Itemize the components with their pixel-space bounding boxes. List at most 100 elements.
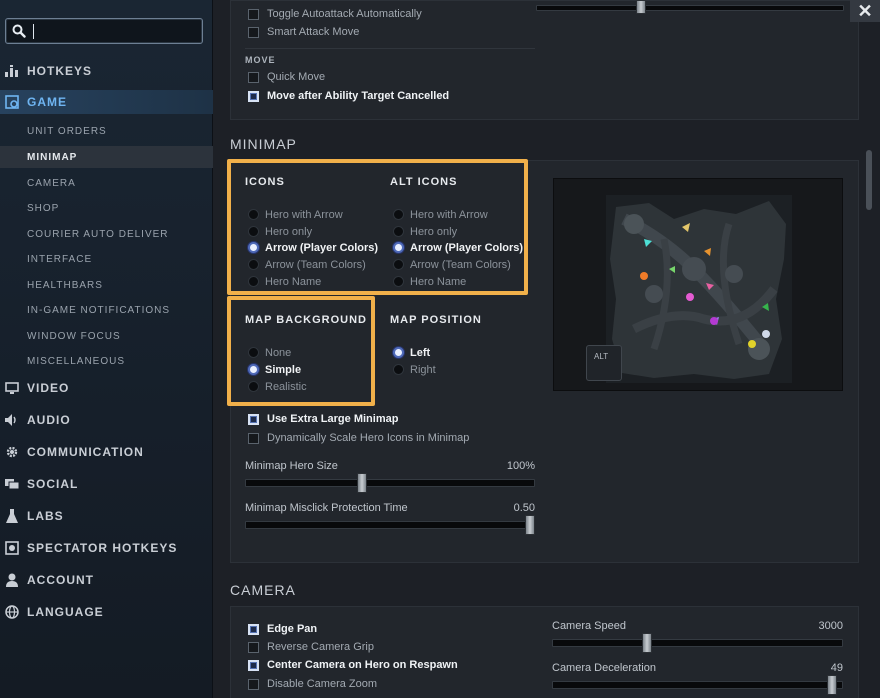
- camera-deceleration-slider-track[interactable]: [552, 681, 843, 689]
- quick-move-checkbox[interactable]: Quick Move: [248, 69, 325, 85]
- camera-icon: [5, 541, 19, 555]
- sidebar-item-language[interactable]: LANGUAGE: [0, 600, 213, 624]
- move-after-ability-checkbox[interactable]: Move after Ability Target Cancelled: [248, 88, 449, 104]
- scrollbar-thumb[interactable]: [866, 150, 872, 210]
- divider: [245, 48, 535, 49]
- smart-attack-move-checkbox[interactable]: Smart Attack Move: [248, 24, 359, 40]
- sidebar-subitem-minimap[interactable]: MINIMAP: [0, 146, 213, 168]
- camera-speed-slider-thumb[interactable]: [641, 633, 652, 653]
- checkbox-box[interactable]: [248, 623, 259, 635]
- sidebar-item-communication[interactable]: COMMUNICATION: [0, 440, 213, 464]
- checkbox-label: Edge Pan: [267, 623, 318, 635]
- game-icon: [5, 95, 19, 109]
- sidebar-item-labs[interactable]: LABS: [0, 504, 213, 528]
- sidebar-subitem-unit-orders[interactable]: UNIT ORDERS: [0, 120, 213, 142]
- checkbox-box[interactable]: [248, 26, 259, 38]
- sidebar-subitem-label: INTERFACE: [27, 253, 93, 265]
- checkbox-box[interactable]: [248, 413, 259, 425]
- sidebar-subitem-healthbars[interactable]: HEALTHBARS: [0, 274, 213, 296]
- sidebar-item-label: GAME: [27, 95, 67, 109]
- radio-button[interactable]: [393, 364, 404, 375]
- sidebar-item-game[interactable]: GAME: [0, 90, 213, 114]
- checkbox-box[interactable]: [248, 71, 259, 83]
- edge-pan-checkbox[interactable]: Edge Pan: [248, 621, 317, 637]
- text-caret: [33, 24, 34, 39]
- extra-large-minimap-checkbox[interactable]: Use Extra Large Minimap: [248, 411, 398, 427]
- user-icon: [5, 573, 19, 587]
- sidebar-subitem-miscellaneous[interactable]: MISCELLANEOUS: [0, 350, 213, 372]
- globe-icon: [5, 605, 19, 619]
- checkbox-label: Quick Move: [267, 71, 326, 83]
- sidebar-item-audio[interactable]: AUDIO: [0, 408, 213, 432]
- icons-highlight-box: [227, 159, 528, 295]
- checkbox-label: Dynamically Scale Hero Icons in Minimap: [267, 432, 470, 444]
- checkbox-box[interactable]: [248, 659, 259, 671]
- sidebar-subitem-camera[interactable]: CAMERA: [0, 172, 213, 194]
- sidebar-item-spectator-hotkeys[interactable]: SPECTATOR HOTKEYS: [0, 536, 213, 560]
- camera-section-title: CAMERA: [230, 582, 296, 598]
- sidebar-subitem-shop[interactable]: SHOP: [0, 197, 213, 219]
- camera-speed-label: Camera Speed: [552, 620, 626, 632]
- checkbox-label: Toggle Autoattack Automatically: [267, 8, 422, 20]
- sidebar-item-label: ACCOUNT: [27, 573, 94, 587]
- checkbox-box[interactable]: [248, 432, 259, 444]
- sidebar-subitem-label: UNIT ORDERS: [27, 125, 107, 137]
- hotkeys-icon: [5, 64, 19, 78]
- dynamic-scale-checkbox[interactable]: Dynamically Scale Hero Icons in Minimap: [248, 430, 469, 446]
- close-button[interactable]: ✕: [850, 0, 880, 22]
- misclick-protection-label: Minimap Misclick Protection Time: [245, 502, 408, 514]
- unit-orders-slider-thumb[interactable]: [636, 0, 646, 14]
- sidebar-subitem-label: MINIMAP: [27, 151, 78, 163]
- sidebar-subitem-label: HEALTHBARS: [27, 279, 103, 291]
- search-icon: [12, 24, 26, 38]
- speaker-icon: [5, 413, 19, 427]
- checkbox-label: Reverse Camera Grip: [267, 641, 374, 653]
- map-position-heading: MAP POSITION: [390, 314, 482, 326]
- sidebar-item-social[interactable]: SOCIAL: [0, 472, 213, 496]
- radio-button[interactable]: [393, 347, 404, 358]
- toggle-autoattack-checkbox[interactable]: Toggle Autoattack Automatically: [248, 6, 422, 22]
- camera-deceleration-label: Camera Deceleration: [552, 662, 656, 674]
- sidebar-item-label: VIDEO: [27, 381, 70, 395]
- sidebar-subitem-window-focus[interactable]: WINDOW FOCUS: [0, 325, 213, 347]
- checkbox-label: Use Extra Large Minimap: [267, 413, 399, 425]
- alt-button-label: ALT: [594, 352, 609, 361]
- move-subheading: MOVE: [245, 55, 276, 65]
- unit-orders-slider-track[interactable]: [536, 5, 844, 11]
- checkbox-label: Disable Camera Zoom: [267, 678, 378, 690]
- checkbox-box[interactable]: [248, 8, 259, 20]
- hero-size-slider-track[interactable]: [245, 479, 535, 487]
- map-position-option-left[interactable]: Left: [393, 345, 430, 360]
- sidebar-item-label: LABS: [27, 509, 64, 523]
- disable-camera-zoom-checkbox[interactable]: Disable Camera Zoom: [248, 676, 377, 692]
- sidebar-item-hotkeys[interactable]: HOTKEYS: [0, 59, 213, 83]
- center-camera-respawn-checkbox[interactable]: Center Camera on Hero on Respawn: [248, 657, 458, 673]
- camera-deceleration-slider-thumb[interactable]: [827, 675, 838, 695]
- sidebar-item-label: HOTKEYS: [27, 64, 93, 78]
- hero-size-value: 100%: [506, 460, 535, 472]
- sidebar-item-account[interactable]: ACCOUNT: [0, 568, 213, 592]
- radio-label: Left: [410, 346, 431, 359]
- sidebar-item-label: COMMUNICATION: [27, 445, 144, 459]
- reverse-camera-grip-checkbox[interactable]: Reverse Camera Grip: [248, 639, 374, 655]
- sidebar-item-label: SOCIAL: [27, 477, 79, 491]
- misclick-protection-slider-thumb[interactable]: [525, 515, 535, 535]
- checkbox-box[interactable]: [248, 678, 259, 690]
- sidebar-subitem-in-game-notifications[interactable]: IN-GAME NOTIFICATIONS: [0, 299, 213, 321]
- gear-icon: [5, 445, 19, 459]
- sidebar-item-video[interactable]: VIDEO: [0, 376, 213, 400]
- search-input[interactable]: [30, 22, 198, 40]
- sidebar-item-label: AUDIO: [27, 413, 71, 427]
- checkbox-label: Move after Ability Target Cancelled: [267, 90, 450, 102]
- sidebar-subitem-interface[interactable]: INTERFACE: [0, 248, 213, 270]
- checkbox-box[interactable]: [248, 641, 259, 653]
- search-box[interactable]: [5, 18, 203, 44]
- map-background-highlight-box: [227, 296, 375, 406]
- map-position-option-right[interactable]: Right: [393, 362, 436, 377]
- hero-size-slider-thumb[interactable]: [357, 473, 367, 493]
- camera-speed-slider-track[interactable]: [552, 639, 843, 647]
- misclick-protection-slider-track[interactable]: [245, 521, 535, 529]
- alt-button[interactable]: ALT: [586, 345, 622, 381]
- sidebar-subitem-courier-auto-deliver[interactable]: COURIER AUTO DELIVER: [0, 223, 213, 245]
- checkbox-box[interactable]: [248, 90, 259, 102]
